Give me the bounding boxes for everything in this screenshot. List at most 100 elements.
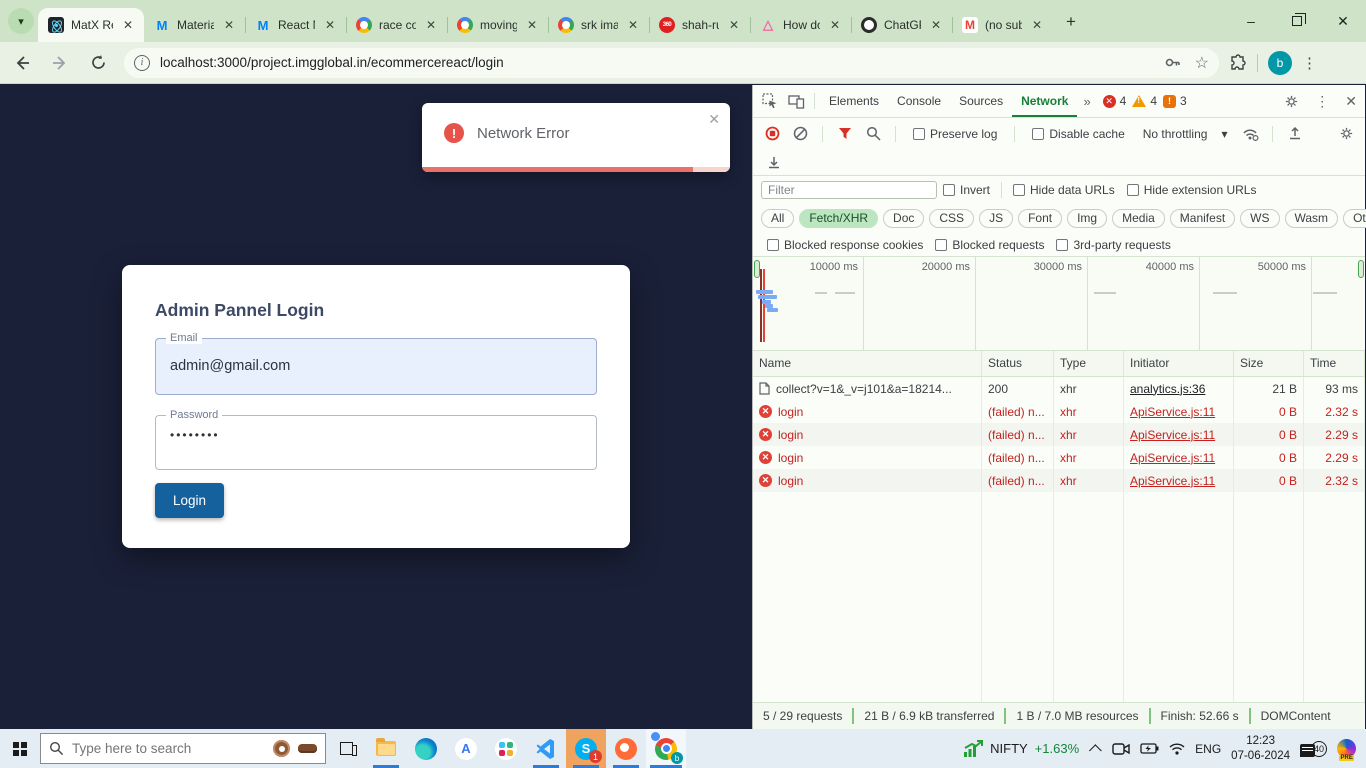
chip-font[interactable]: Font: [1018, 209, 1062, 228]
filter-input[interactable]: [761, 181, 937, 199]
col-initiator[interactable]: Initiator: [1124, 351, 1234, 376]
issues-badge[interactable]: !3: [1163, 94, 1187, 108]
disable-cache-checkbox[interactable]: Disable cache: [1032, 127, 1124, 141]
devtools-menu-icon[interactable]: ⋮: [1307, 93, 1337, 110]
password-field[interactable]: Password ••••••••: [155, 415, 597, 470]
invert-checkbox[interactable]: Invert: [943, 183, 990, 197]
vscode-button[interactable]: [526, 729, 566, 768]
toast-close-icon[interactable]: ✕: [708, 111, 720, 128]
chrome-button[interactable]: b: [646, 729, 686, 768]
chip-media[interactable]: Media: [1112, 209, 1165, 228]
record-network-log-icon[interactable]: [761, 124, 783, 144]
new-tab-button[interactable]: +: [1057, 8, 1085, 36]
password-value[interactable]: ••••••••: [156, 416, 596, 454]
browser-tab[interactable]: M (no sub ✕: [952, 8, 1053, 42]
chip-css[interactable]: CSS: [929, 209, 974, 228]
device-toolbar-icon[interactable]: [783, 88, 809, 114]
login-button[interactable]: Login: [155, 483, 224, 518]
devtools-tab-network[interactable]: Network: [1012, 85, 1077, 117]
browser-menu-icon[interactable]: ⋮: [1292, 54, 1328, 72]
tab-close-icon[interactable]: ✕: [726, 17, 742, 33]
chip-js[interactable]: JS: [979, 209, 1013, 228]
chip-wasm[interactable]: Wasm: [1285, 209, 1339, 228]
tab-close-icon[interactable]: ✕: [625, 17, 641, 33]
col-size[interactable]: Size: [1234, 351, 1304, 376]
browser-tab[interactable]: M Materia ✕: [144, 8, 245, 42]
site-info-icon[interactable]: i: [134, 55, 150, 71]
profile-avatar[interactable]: b: [1268, 51, 1292, 75]
tab-close-icon[interactable]: ✕: [928, 17, 944, 33]
table-row[interactable]: ✕login (failed) n... xhr ApiService.js:1…: [753, 400, 1365, 423]
request-initiator-link[interactable]: ApiService.js:11: [1130, 428, 1215, 442]
third-party-requests-checkbox[interactable]: 3rd-party requests: [1056, 238, 1170, 252]
reload-button[interactable]: [82, 47, 114, 79]
request-initiator-link[interactable]: analytics.js:36: [1130, 382, 1205, 396]
close-window-button[interactable]: ✕: [1320, 0, 1366, 42]
restore-button[interactable]: [1274, 0, 1320, 42]
url-text[interactable]: localhost:3000/project.imgglobal.in/ecom…: [160, 55, 1150, 70]
more-tabs-icon[interactable]: »: [1077, 94, 1096, 109]
tab-close-icon[interactable]: ✕: [120, 17, 136, 33]
error-badge[interactable]: ✕4: [1103, 94, 1127, 108]
tray-expand-icon[interactable]: [1089, 744, 1102, 757]
browser-tab[interactable]: race co ✕: [346, 8, 447, 42]
search-icon[interactable]: [862, 124, 884, 144]
taskbar-search[interactable]: [40, 733, 326, 764]
tab-close-icon[interactable]: ✕: [827, 17, 843, 33]
browser-tab[interactable]: M React M ✕: [245, 8, 346, 42]
wifi-icon[interactable]: [1169, 743, 1185, 755]
donut-doodle-icon[interactable]: [273, 740, 290, 757]
import-har-icon[interactable]: [1284, 124, 1306, 144]
request-initiator-link[interactable]: ApiService.js:11: [1130, 451, 1215, 465]
network-settings-icon[interactable]: [1335, 124, 1357, 144]
devtools-close-icon[interactable]: ✕: [1337, 93, 1365, 110]
slack-button[interactable]: [486, 729, 526, 768]
tab-close-icon[interactable]: ✕: [1029, 17, 1045, 33]
chip-manifest[interactable]: Manifest: [1170, 209, 1235, 228]
chip-doc[interactable]: Doc: [883, 209, 924, 228]
browser-tab[interactable]: srk ima ✕: [548, 8, 649, 42]
meet-now-icon[interactable]: [1112, 742, 1130, 756]
clock[interactable]: 12:23 07-06-2024: [1231, 734, 1290, 763]
app-store-button[interactable]: A: [446, 729, 486, 768]
chip-img[interactable]: Img: [1067, 209, 1107, 228]
language-indicator[interactable]: ENG: [1195, 742, 1221, 756]
email-field[interactable]: Email admin@gmail.com: [155, 338, 597, 395]
browser-tab[interactable]: moving ✕: [447, 8, 548, 42]
search-input[interactable]: [72, 741, 265, 756]
devtools-tab-elements[interactable]: Elements: [820, 85, 888, 117]
tab-close-icon[interactable]: ✕: [423, 17, 439, 33]
col-type[interactable]: Type: [1054, 351, 1124, 376]
minimize-button[interactable]: –: [1228, 0, 1274, 42]
hide-data-urls-checkbox[interactable]: Hide data URLs: [1013, 183, 1115, 197]
table-row[interactable]: ✕login (failed) n... xhr ApiService.js:1…: [753, 446, 1365, 469]
chip-fetch-xhr[interactable]: Fetch/XHR: [799, 209, 878, 228]
overview-right-handle[interactable]: [1358, 260, 1364, 278]
browser-tab[interactable]: ChatGP ✕: [851, 8, 952, 42]
tab-search-button[interactable]: ▾: [8, 8, 34, 34]
request-initiator-link[interactable]: ApiService.js:11: [1130, 474, 1215, 488]
tab-close-icon[interactable]: ✕: [524, 17, 540, 33]
tab-close-icon[interactable]: ✕: [322, 17, 338, 33]
tab-close-icon[interactable]: ✕: [221, 17, 237, 33]
filter-funnel-icon[interactable]: [834, 124, 856, 144]
chip-all[interactable]: All: [761, 209, 794, 228]
table-row[interactable]: collect?v=1&_v=j101&a=18214... 200 xhr a…: [753, 377, 1365, 400]
forward-button[interactable]: [44, 47, 76, 79]
network-conditions-icon[interactable]: [1239, 124, 1261, 144]
password-key-icon[interactable]: [1164, 54, 1181, 71]
task-view-button[interactable]: [326, 729, 366, 768]
postman-button[interactable]: [606, 729, 646, 768]
col-status[interactable]: Status: [982, 351, 1054, 376]
edge-button[interactable]: [406, 729, 446, 768]
back-button[interactable]: [6, 47, 38, 79]
address-bar[interactable]: i localhost:3000/project.imgglobal.in/ec…: [124, 48, 1219, 78]
file-explorer-button[interactable]: [366, 729, 406, 768]
bookmark-star-icon[interactable]: ☆: [1195, 53, 1209, 73]
col-name[interactable]: Name: [753, 351, 982, 376]
col-time[interactable]: Time: [1304, 351, 1365, 376]
browser-tab-active[interactable]: MatX Re ✕: [38, 8, 144, 42]
table-row[interactable]: ✕login (failed) n... xhr ApiService.js:1…: [753, 423, 1365, 446]
browser-tab[interactable]: △ How do ✕: [750, 8, 851, 42]
devtools-settings-icon[interactable]: [1276, 94, 1307, 109]
